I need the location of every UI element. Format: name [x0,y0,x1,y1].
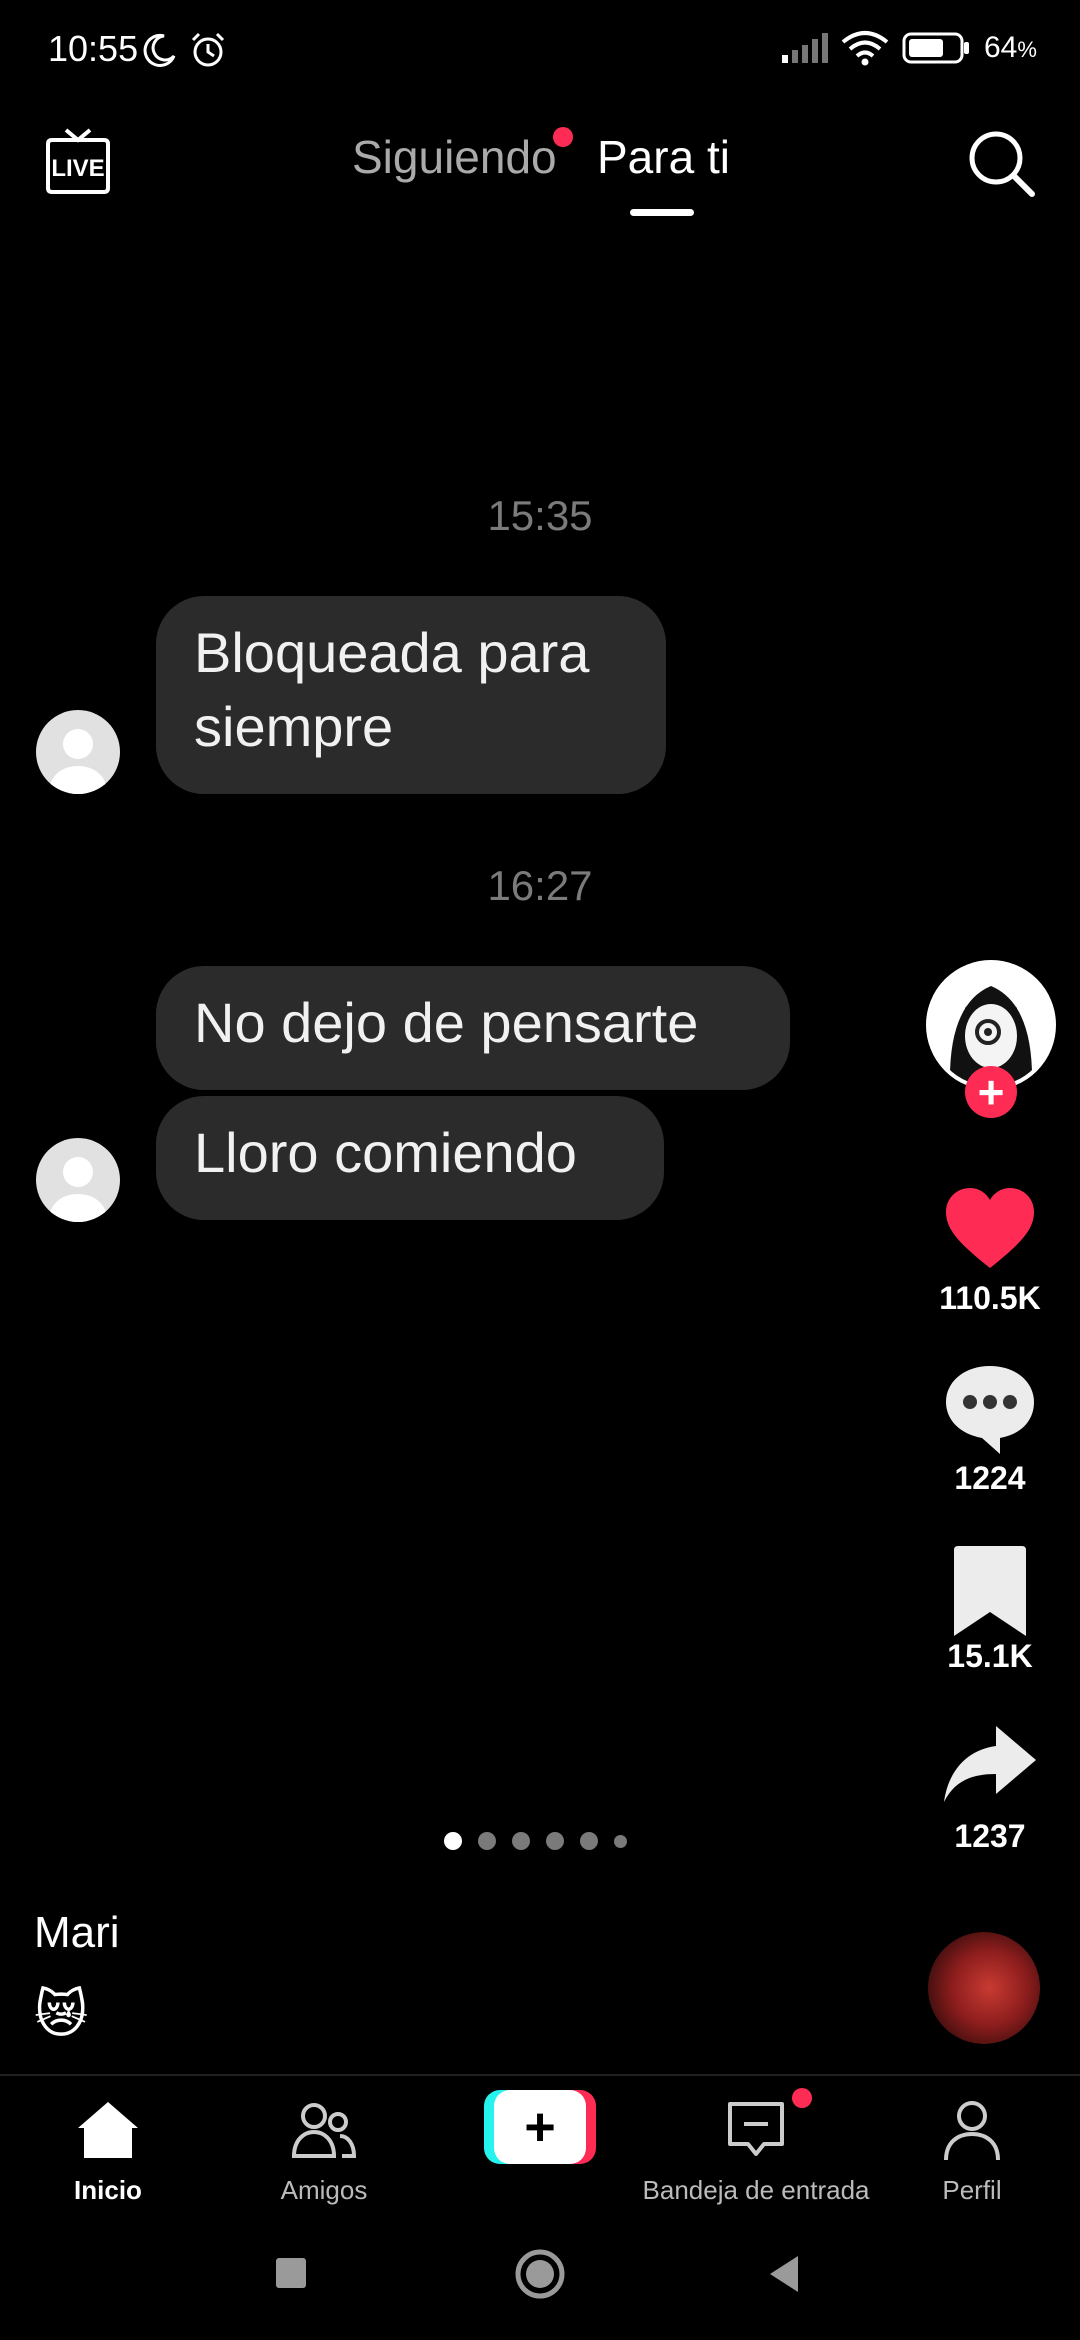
message-text: Lloro comiendo [194,1121,577,1184]
nav-inbox[interactable]: Bandeja de entrada [636,2096,876,2206]
nav-home[interactable]: Inicio [48,2096,168,2206]
following-notification-dot [553,127,573,147]
share-icon[interactable] [940,1716,1040,1816]
chat-timestamp: 16:27 [487,862,593,909]
nav-friends[interactable]: Amigos [264,2096,384,2206]
nav-label: Bandeja de entrada [642,2175,870,2205]
comment-count: 1224 [954,1460,1026,1496]
live-tv-icon[interactable]: LIVE [42,126,114,196]
alarm-icon [191,32,225,67]
message-text-line: siempre [194,695,394,758]
battery-icon [902,32,969,64]
music-disc[interactable] [928,1932,1040,2044]
home-circle-icon[interactable] [514,2248,566,2300]
status-time: 10:55 [48,28,139,69]
battery-level: 64% [984,31,1037,64]
avatar [36,1138,120,1222]
pagination-dot [580,1832,598,1850]
message-bubble: Bloqueada para siempre [156,596,666,794]
svg-text:LIVE: LIVE [51,155,104,182]
nav-label: Inicio [74,2175,142,2205]
nav-profile[interactable]: Perfil [912,2096,1032,2206]
nav-label: Amigos [280,2175,368,2205]
caption-emoji: 😿 [34,1986,89,2044]
tab-for-you[interactable]: Para ti [597,130,730,184]
person-icon [50,1157,106,1222]
person-icon [50,729,106,794]
recents-icon[interactable] [274,2256,308,2290]
active-tab-indicator [630,209,694,216]
follow-button[interactable]: + [965,1066,1017,1118]
moon-icon [143,33,176,67]
plus-icon: + [524,2097,556,2157]
message-text: No dejo de pensarte [194,991,699,1054]
pagination-dot [478,1832,496,1850]
like-count: 110.5K [939,1280,1041,1316]
message-text-line: Bloqueada para [194,621,590,684]
search-icon[interactable] [966,128,1036,198]
message-bubble: Lloro comiendo [156,1096,664,1220]
home-icon [78,2102,138,2158]
status-icons: 64% [780,26,1037,70]
friends-icon [291,2103,357,2158]
pagination-dot [512,1832,530,1850]
pagination-dot-active [444,1832,462,1850]
wifi-icon [841,31,889,66]
tab-following[interactable]: Siguiendo [352,130,557,184]
profile-icon [944,2101,1000,2161]
nav-label: Perfil [942,2175,1002,2205]
message-bubble: No dejo de pensarte [156,966,790,1090]
comment-icon[interactable] [940,1358,1040,1458]
bookmark-icon[interactable] [940,1542,1040,1642]
author-name[interactable]: Mari [34,1908,120,1958]
pagination-dot [546,1832,564,1850]
heart-icon[interactable] [940,1180,1040,1280]
inbox-icon [728,2102,784,2156]
avatar [36,710,120,794]
create-button[interactable]: + [484,2090,596,2164]
pagination-dot [614,1834,627,1848]
share-count: 1237 [954,1818,1026,1854]
chat-timestamp: 15:35 [487,492,593,539]
inbox-notification-dot [792,2088,812,2108]
back-icon[interactable] [766,2254,802,2294]
save-count: 15.1K [947,1638,1033,1674]
carousel-pagination [444,1832,627,1850]
signal-icon [782,33,828,63]
